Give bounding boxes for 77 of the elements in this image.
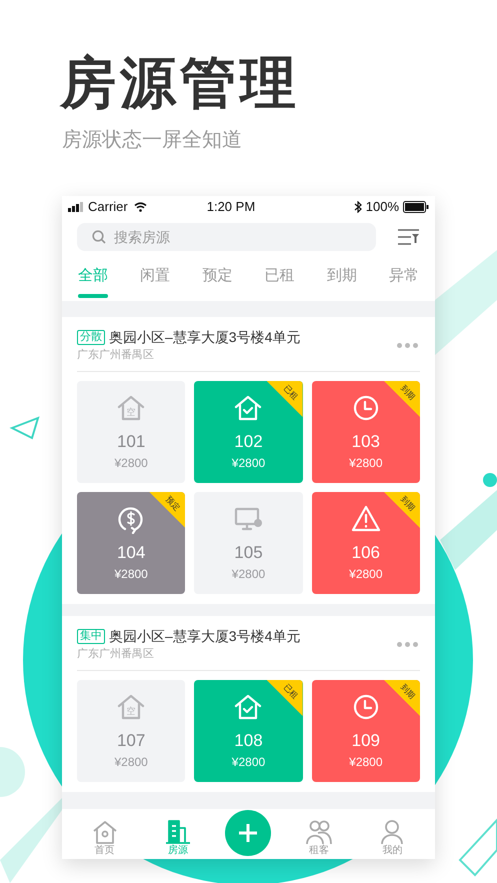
filter-icon [398, 229, 420, 245]
type-tag: 集中 [77, 628, 105, 644]
warning-icon [350, 504, 381, 534]
room-tile[interactable]: 预定 104 ¥2800 [77, 492, 186, 594]
filter-tab[interactable]: 异常 [388, 265, 419, 301]
nav-tab[interactable]: 首页 [78, 819, 131, 857]
property-location: 广东广州番禺区 [77, 348, 155, 363]
clock-time: 1:20 PM [206, 198, 256, 216]
decorative-triangle [10, 416, 40, 440]
carrier-name: Carrier [88, 198, 128, 216]
rent-price: ¥2800 [114, 566, 148, 582]
signal-icon [68, 202, 84, 212]
room-number: 106 [352, 542, 380, 564]
filter-button[interactable] [398, 228, 420, 246]
room-tile[interactable]: 已租 108 ¥2800 [194, 680, 303, 782]
room-number: 108 [234, 730, 263, 752]
room-number: 107 [116, 730, 146, 752]
room-number: 102 [234, 431, 263, 453]
room-tile[interactable]: 到期 106 ¥2800 [312, 492, 420, 594]
rent-price: ¥2800 [349, 754, 383, 770]
ribbon-label: 预定 [164, 494, 184, 514]
rent-price: ¥2800 [232, 754, 266, 770]
room-tile[interactable]: 105 ¥2800 [194, 492, 303, 594]
property-name: 奥园小区–慧享大厦3号楼4单元 [109, 328, 300, 347]
rent-price: ¥2800 [349, 455, 383, 471]
filter-tab[interactable]: 预定 [202, 265, 232, 301]
room-tile[interactable]: 空 107 ¥2800 [77, 680, 186, 782]
room-tile[interactable]: 已租 102 ¥2800 [194, 381, 303, 483]
filter-tab[interactable]: 全部 [78, 265, 108, 301]
ribbon-label: 到期 [398, 682, 418, 702]
search-bar[interactable]: 搜索房源 [77, 223, 376, 251]
room-tile[interactable]: 到期 109 ¥2800 [312, 680, 420, 782]
rent-price: ¥2800 [232, 455, 266, 471]
rent-price: ¥2800 [349, 566, 383, 582]
headline: 房源管理 [60, 50, 301, 116]
rent-price: ¥2800 [114, 455, 148, 471]
filter-tab[interactable]: 闲置 [140, 265, 170, 301]
decorative-dot [483, 473, 497, 487]
nav-tab[interactable]: 房源 [152, 819, 204, 857]
property-location: 广东广州番禺区 [77, 646, 155, 662]
ribbon-label: 已租 [280, 382, 300, 403]
subtitle: 房源状态一屏全知道 [62, 128, 243, 153]
room-number: 104 [116, 542, 146, 564]
type-tag: 分散 [77, 330, 105, 344]
room-number: 109 [352, 730, 380, 752]
add-button[interactable] [225, 810, 272, 856]
more-button[interactable] [397, 342, 418, 348]
person-icon [379, 819, 406, 845]
rent-price: ¥2800 [232, 566, 266, 582]
room-number: 103 [352, 431, 380, 453]
room-number: 105 [234, 542, 263, 564]
house-check-icon [233, 692, 264, 722]
nav-tab[interactable]: 我的 [366, 819, 418, 857]
room-tile[interactable]: 到期 103 ¥2800 [312, 381, 420, 483]
building-icon [165, 819, 192, 845]
filter-tab[interactable]: 到期 [326, 265, 357, 301]
more-button[interactable] [397, 642, 418, 646]
battery-icon [403, 201, 429, 213]
battery-percent: 100% [366, 198, 399, 216]
room-tile[interactable]: 空 101 ¥2800 [77, 381, 186, 483]
rent-price: ¥2800 [114, 754, 148, 770]
bluetooth-icon [354, 201, 362, 213]
ribbon-label: 到期 [398, 382, 418, 403]
room-number: 101 [116, 431, 146, 453]
filter-tab[interactable]: 已租 [264, 265, 295, 301]
home-icon [92, 819, 118, 845]
property-name: 奥园小区–慧享大厦3号楼4单元 [109, 627, 300, 646]
wifi-icon [134, 202, 147, 212]
ribbon-label: 到期 [398, 494, 418, 514]
decorative-outline [458, 817, 497, 876]
people-icon [306, 819, 332, 845]
ribbon-label: 已租 [280, 682, 300, 702]
plus-icon [238, 823, 258, 843]
search-icon [92, 230, 106, 244]
nav-tab[interactable]: 租客 [292, 819, 345, 857]
search-input[interactable]: 搜索房源 [114, 226, 361, 248]
house-check-icon [233, 393, 264, 423]
